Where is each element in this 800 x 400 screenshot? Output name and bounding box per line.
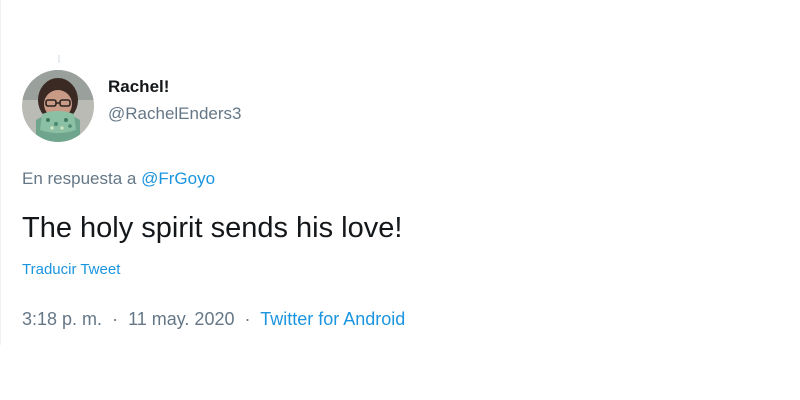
tweet-text: The holy spirit sends his love! — [22, 212, 403, 244]
reply-mention-link[interactable]: @FrGoyo — [141, 169, 215, 188]
tweet-source-link[interactable]: Twitter for Android — [260, 309, 405, 329]
meta-separator: · — [112, 309, 119, 329]
reply-context: En respuesta a @FrGoyo — [22, 168, 215, 190]
tweet-date[interactable]: 11 may. 2020 — [128, 309, 234, 329]
avatar-image — [22, 70, 94, 142]
thread-connector-line — [58, 55, 60, 63]
tweet-card: Rachel! @RachelEnders3 En respuesta a @F… — [0, 0, 800, 400]
translate-tweet-link[interactable]: Traducir Tweet — [22, 260, 120, 280]
avatar[interactable] — [22, 70, 94, 142]
reply-prefix: En respuesta a — [22, 169, 137, 188]
tweet-time[interactable]: 3:18 p. m. — [22, 309, 102, 329]
tweet-metadata: 3:18 p. m. · 11 may. 2020 · Twitter for … — [22, 307, 405, 331]
author-display-name[interactable]: Rachel! — [108, 76, 242, 98]
author-handle[interactable]: @RachelEnders3 — [108, 102, 242, 126]
card-border — [0, 0, 1, 345]
author-names: Rachel! @RachelEnders3 — [108, 76, 242, 126]
meta-separator: · — [244, 309, 251, 329]
tweet-header: Rachel! @RachelEnders3 — [22, 70, 242, 142]
